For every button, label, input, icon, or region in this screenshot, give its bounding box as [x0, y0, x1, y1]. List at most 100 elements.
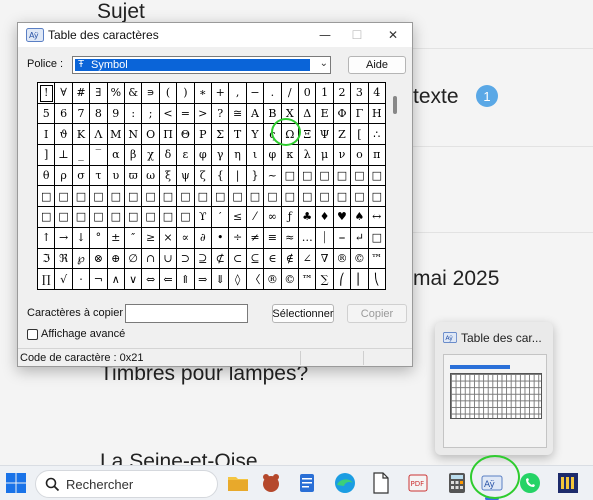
font-dropdown[interactable]: Ŧ Symbol ⌄ [72, 56, 331, 74]
character-cell[interactable]: Ι [38, 124, 56, 146]
character-cell[interactable]: ⊕ [107, 248, 125, 270]
character-cell[interactable]: ∞ [264, 207, 282, 228]
character-cell[interactable]: ρ [55, 165, 73, 187]
character-cell[interactable]: Γ [351, 103, 369, 125]
character-cell[interactable]: ν [333, 145, 352, 166]
character-cell[interactable]: 7 [72, 103, 91, 125]
character-cell[interactable]: . [264, 83, 282, 104]
character-cell[interactable]: □ [316, 165, 334, 187]
character-cell[interactable]: μ [316, 145, 334, 166]
character-cell[interactable]: □ [368, 186, 386, 208]
character-cell[interactable]: ∧ [107, 269, 125, 290]
character-cell[interactable]: ∉ [281, 248, 299, 270]
character-cell[interactable]: ⎯ [333, 227, 352, 249]
character-cell[interactable]: ± [107, 227, 125, 249]
character-cell[interactable]: % [107, 83, 125, 104]
character-cell[interactable]: ∅ [124, 248, 143, 270]
character-cell[interactable]: ℘ [72, 248, 91, 270]
character-cell[interactable]: Δ [298, 103, 317, 125]
character-cell[interactable]: 9 [107, 103, 125, 125]
character-cell[interactable]: η [229, 145, 247, 166]
character-cell[interactable]: ϖ [124, 165, 143, 187]
character-cell[interactable]: ι [246, 145, 265, 166]
character-cell[interactable]: Π [159, 124, 178, 146]
minimize-button[interactable]: — [308, 23, 342, 47]
character-cell[interactable]: Κ [72, 124, 91, 146]
grid-scrollbar[interactable] [390, 82, 400, 287]
character-cell[interactable]: ∃ [90, 83, 108, 104]
character-cell[interactable]: [ [351, 124, 369, 146]
character-cell[interactable]: 〈 [246, 269, 265, 290]
character-cell[interactable]: □ [72, 186, 91, 208]
character-cell[interactable]: ″ [124, 227, 143, 249]
character-cell[interactable]: ÷ [229, 227, 247, 249]
character-cell[interactable]: { [211, 165, 230, 187]
file-explorer-icon[interactable] [226, 471, 250, 495]
edge-icon[interactable] [333, 471, 357, 495]
character-cell[interactable]: Τ [229, 124, 247, 146]
character-cell[interactable]: δ [159, 145, 178, 166]
character-cell[interactable]: 1 [316, 83, 334, 104]
character-cell[interactable]: □ [281, 165, 299, 187]
character-cell[interactable]: 5 [38, 103, 56, 125]
character-cell[interactable]: ∨ [124, 269, 143, 290]
character-cell[interactable]: & [124, 83, 143, 104]
character-cell[interactable]: □ [177, 207, 195, 228]
character-cell[interactable]: 2 [333, 83, 352, 104]
character-cell[interactable]: ° [90, 227, 108, 249]
character-cell[interactable]: Σ [211, 124, 230, 146]
character-cell[interactable]: □ [38, 207, 56, 228]
character-cell[interactable]: □ [72, 207, 91, 228]
character-cell[interactable]: ′ [211, 207, 230, 228]
character-cell[interactable]: ; [142, 103, 160, 125]
character-cell[interactable]: ∏ [38, 269, 56, 290]
character-cell[interactable]: α [107, 145, 125, 166]
character-cell[interactable]: © [281, 269, 299, 290]
maximize-button[interactable]: ☐ [340, 23, 374, 47]
character-cell[interactable]: √ [55, 269, 73, 290]
character-cell[interactable]: → [55, 227, 73, 249]
character-cell[interactable]: Μ [107, 124, 125, 146]
character-cell[interactable]: ψ [177, 165, 195, 187]
character-cell[interactable]: ⁄ [246, 207, 265, 228]
character-cell[interactable]: ∩ [142, 248, 160, 270]
character-cell[interactable]: ♦ [316, 207, 334, 228]
character-cell[interactable]: ≠ [246, 227, 265, 249]
character-cell[interactable]: _ [72, 145, 91, 166]
character-cell[interactable]: ↔ [368, 207, 386, 228]
character-cell[interactable]: □ [124, 186, 143, 208]
title-bar[interactable]: Aÿ Table des caractères — ☐ ✕ [18, 23, 412, 47]
character-cell[interactable]: ⊥ [55, 145, 73, 166]
character-cell[interactable]: □ [194, 186, 212, 208]
character-cell[interactable]: ♠ [351, 207, 369, 228]
character-cell[interactable]: ⊄ [211, 248, 230, 270]
character-cell[interactable]: ↵ [351, 227, 369, 249]
character-cell[interactable]: φ [264, 145, 282, 166]
character-cell[interactable]: • [211, 227, 230, 249]
character-cell[interactable]: Ο [142, 124, 160, 146]
character-cell[interactable]: ⊃ [177, 248, 195, 270]
character-cell[interactable]: φ [194, 145, 212, 166]
character-cell[interactable]: ⊗ [90, 248, 108, 270]
character-cell[interactable]: ε [177, 145, 195, 166]
character-cell[interactable]: ≤ [229, 207, 247, 228]
calculator-icon[interactable] [445, 471, 469, 495]
character-cell[interactable]: ◊ [229, 269, 247, 290]
select-button[interactable]: Sélectionner [272, 304, 334, 323]
character-cell[interactable]: □ [55, 207, 73, 228]
character-cell[interactable]: } [246, 165, 265, 187]
character-cell[interactable]: Ζ [333, 124, 352, 146]
character-cell[interactable]: ≥ [142, 227, 160, 249]
character-cell[interactable]: ∴ [368, 124, 386, 146]
character-cell[interactable]: Λ [90, 124, 108, 146]
character-cell[interactable]: ™ [298, 269, 317, 290]
character-cell[interactable]: ∝ [177, 227, 195, 249]
game-icon[interactable] [259, 471, 283, 495]
character-cell[interactable]: ∀ [55, 83, 73, 104]
character-cell[interactable]: Θ [177, 124, 195, 146]
character-cell[interactable]: θ [38, 165, 56, 187]
copy-button[interactable]: Copier [347, 304, 407, 323]
character-cell[interactable]: ⊂ [229, 248, 247, 270]
character-cell[interactable]: ( [159, 83, 178, 104]
taskbar-window-preview[interactable]: Aÿ Table des car... [435, 322, 553, 455]
